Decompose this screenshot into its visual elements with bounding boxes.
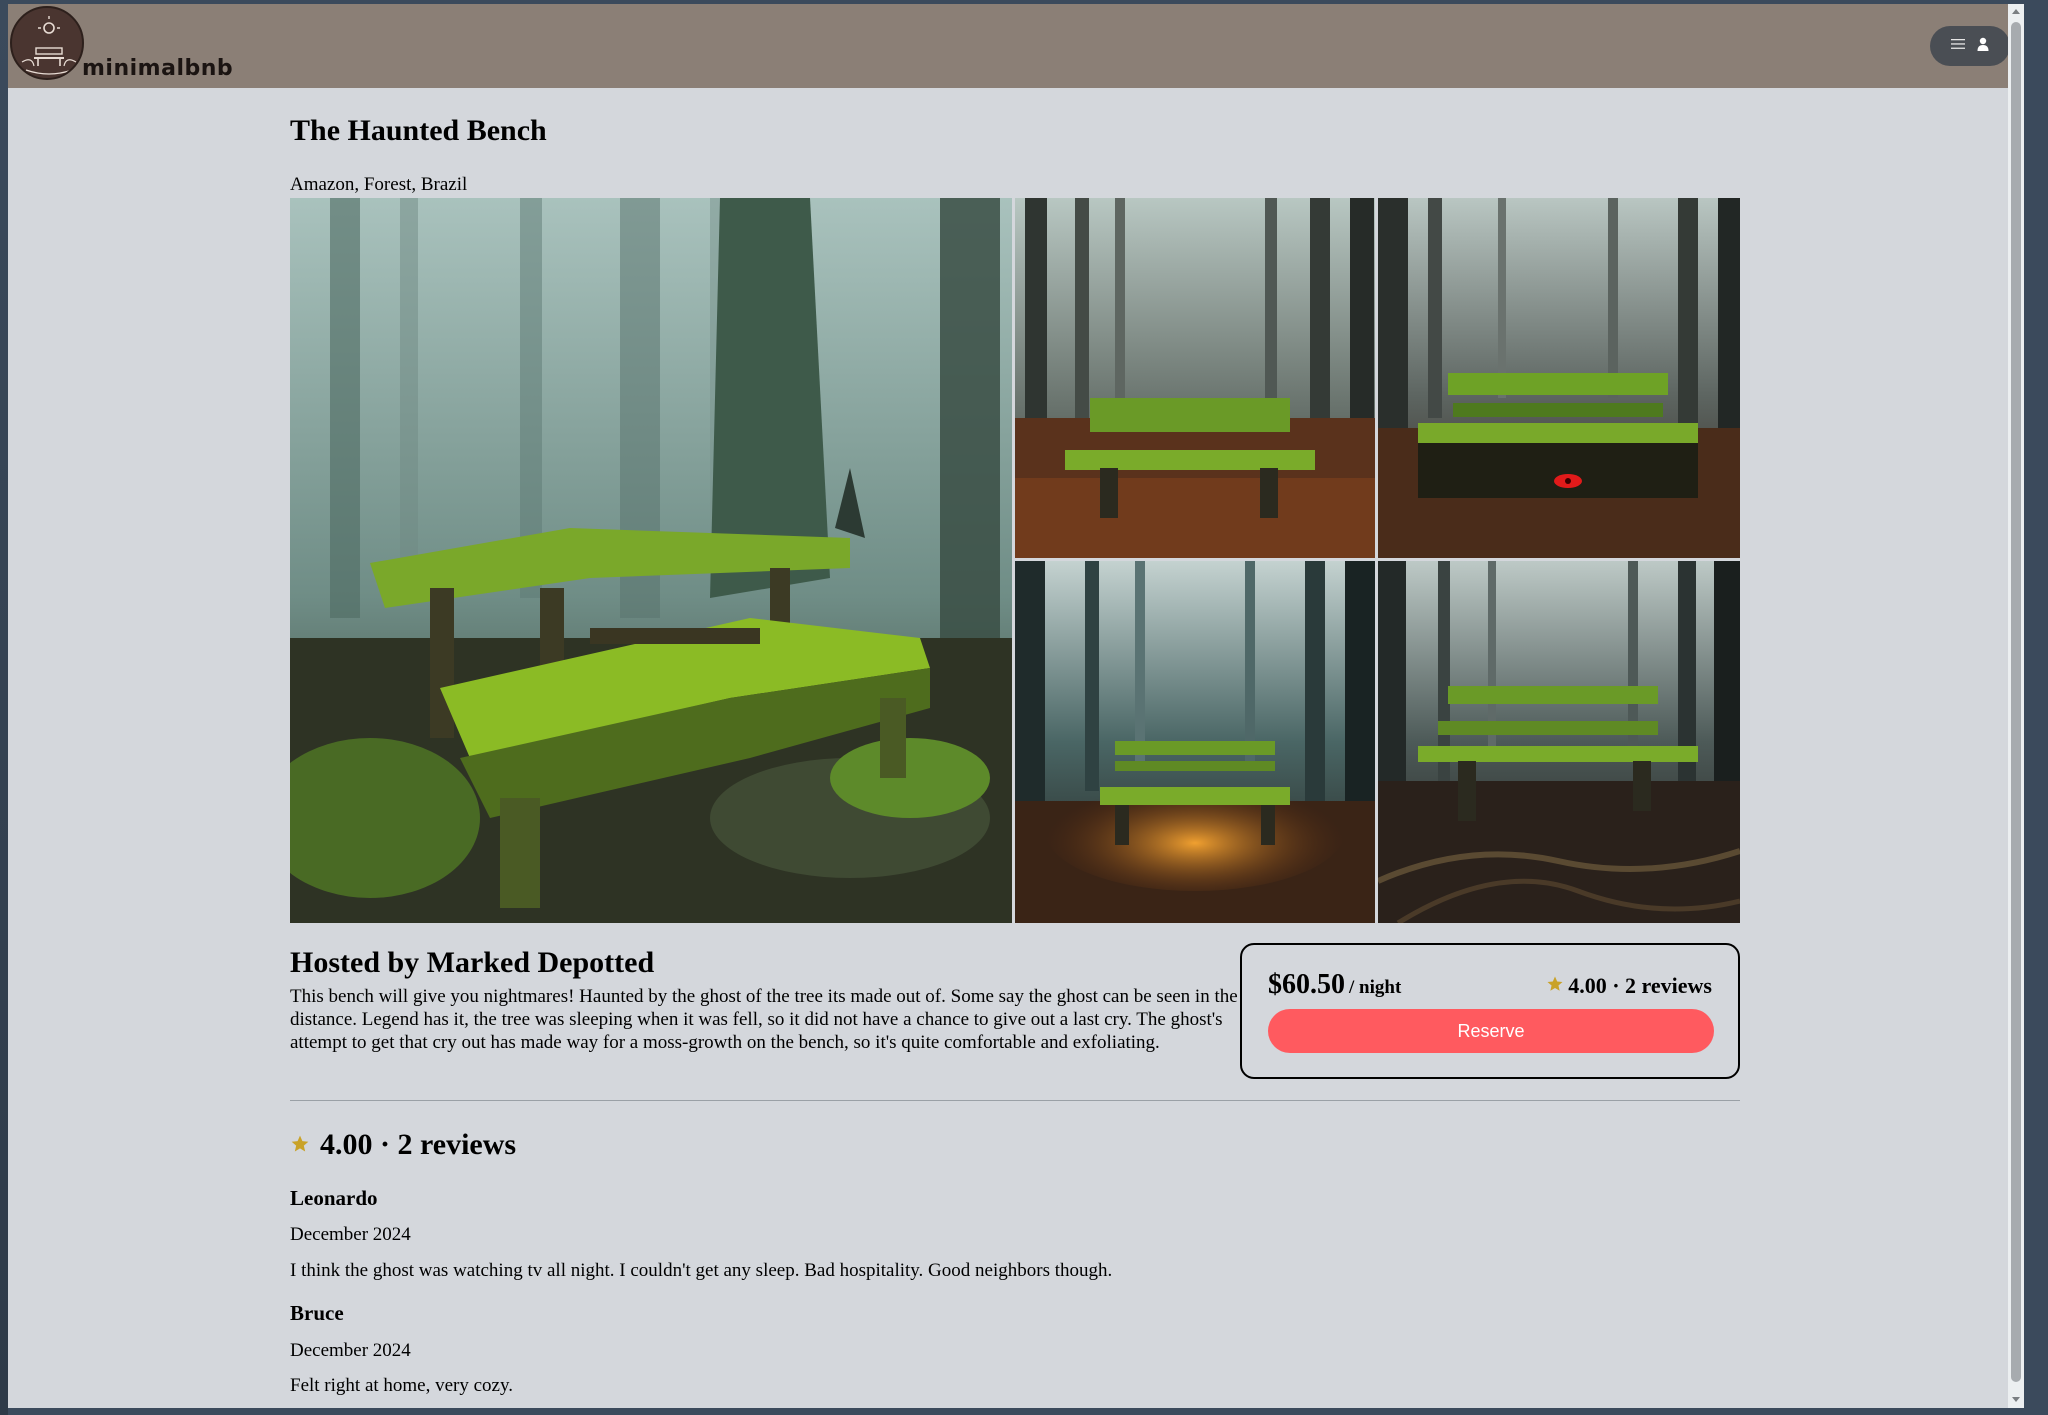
photo-5[interactable] [1378, 561, 1740, 923]
photo-4[interactable] [1015, 561, 1375, 923]
price-value: $60.50 [1268, 969, 1345, 1000]
reviewer-name: Bruce [290, 1301, 344, 1325]
star-icon [1546, 973, 1564, 999]
card-rating-text: 4.00 · 2 reviews [1568, 973, 1712, 998]
host-heading: Hosted by Marked Depotted [290, 946, 655, 979]
logo-text[interactable]: minimalbnb [82, 56, 233, 81]
booking-card: $60.50/ night 4.00 · 2 reviews Reserve [1240, 943, 1740, 1079]
listing-location: Amazon, Forest, Brazil [290, 174, 468, 195]
listing-title: The Haunted Bench [290, 114, 547, 147]
price-per-night: $60.50/ night [1268, 969, 1401, 1001]
scroll-down-icon[interactable] [2011, 1394, 2021, 1404]
reserve-button[interactable]: Reserve [1268, 1009, 1714, 1053]
photo-main[interactable] [290, 198, 1012, 923]
review-date: December 2024 [290, 1224, 411, 1245]
user-icon [1977, 37, 1989, 56]
listing-description: This bench will give you nightmares! Hau… [290, 986, 1238, 1053]
top-navbar: minimalbnb [8, 4, 2024, 88]
user-menu-button[interactable] [1930, 26, 2010, 66]
photo-3[interactable] [1378, 198, 1740, 558]
review-text: I think the ghost was watching tv all ni… [290, 1260, 1113, 1281]
reviewer-name: Leonardo [290, 1186, 378, 1210]
scroll-up-icon[interactable] [2011, 7, 2021, 17]
scrollbar-thumb[interactable] [2011, 22, 2021, 1382]
per-night-label: / night [1349, 977, 1402, 998]
photo-gallery [290, 198, 1740, 923]
review-text: Felt right at home, very cozy. [290, 1375, 514, 1396]
reviews-summary: 4.00 · 2 reviews [320, 1128, 517, 1161]
review-date: December 2024 [290, 1340, 411, 1361]
menu-icon [1951, 37, 1965, 55]
browser-window: minimalbnb The Haunted Bench Amazon, For… [8, 4, 2024, 1408]
star-icon [290, 1128, 310, 1162]
reviews-heading: 4.00 · 2 reviews [290, 1128, 516, 1162]
logo-icon[interactable] [10, 6, 84, 80]
card-rating: 4.00 · 2 reviews [1546, 973, 1712, 999]
vertical-scrollbar[interactable] [2008, 4, 2024, 1408]
section-divider [290, 1100, 1740, 1101]
photo-2[interactable] [1015, 198, 1375, 558]
desktop-edge [0, 0, 8, 1415]
